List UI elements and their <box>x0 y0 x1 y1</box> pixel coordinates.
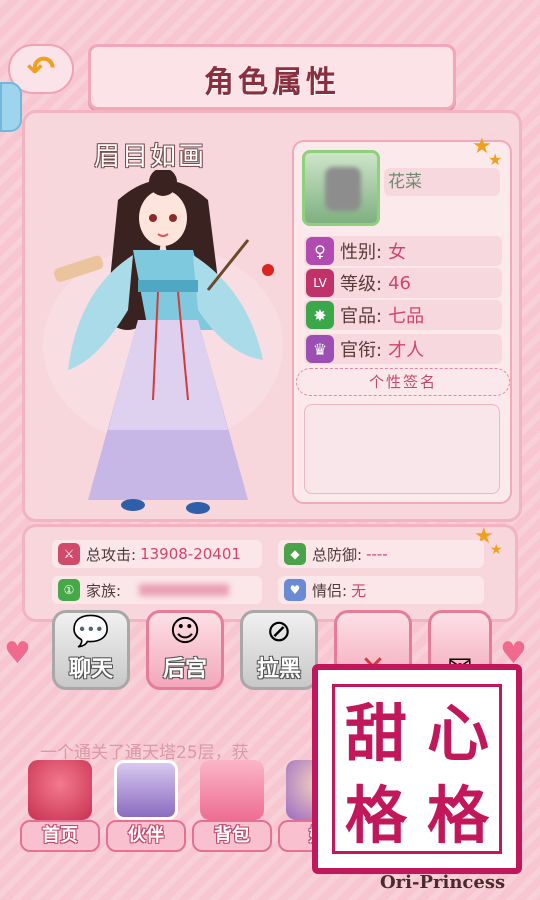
stats-panel <box>22 524 518 622</box>
page-title: 角色属性 <box>204 65 340 100</box>
attack-row: ⚔ 总攻击: 13908-20401 <box>52 540 262 568</box>
block-button[interactable]: ⊘ 拉黑 <box>240 610 318 690</box>
defense-row: ◆ 总防御: ---- <box>278 540 484 568</box>
back-arrow-icon: ↶ <box>26 49 56 89</box>
family-row: ① 家族: <box>52 576 262 604</box>
defense-value: ---- <box>366 545 388 563</box>
avatar[interactable] <box>302 150 380 226</box>
family-label: 家族: <box>86 581 122 600</box>
star-icon: ★ <box>488 150 503 169</box>
character-name: 眉目如画 <box>94 142 207 172</box>
defense-label: 总防御: <box>312 545 363 564</box>
logo-char: 心 <box>426 697 489 770</box>
logo-char: 甜 <box>344 697 407 770</box>
attack-label: 总攻击: <box>86 545 137 564</box>
mushroom-house-icon <box>28 760 92 820</box>
chat-button[interactable]: 💬 聊天 <box>52 610 130 690</box>
sweet-princess-logo: 甜 心 格 格 <box>312 664 522 874</box>
sword-icon: ⚔ <box>58 543 80 565</box>
heart-bag-icon <box>200 760 264 820</box>
block-icon: ⊘ <box>266 614 292 649</box>
family-icon: ① <box>58 579 80 601</box>
nav-home[interactable]: 首页 <box>20 760 100 870</box>
signature-box[interactable] <box>304 404 500 494</box>
nickname: 花菜 <box>384 168 500 196</box>
shield-icon: ◆ <box>284 543 306 565</box>
level-icon: LV <box>306 269 334 297</box>
partner-label: 情侣: <box>312 581 348 600</box>
rank-label: 官品: <box>340 306 383 327</box>
title-label: 官衔: <box>340 340 383 361</box>
couple-icon: ♥ <box>284 579 306 601</box>
level-value: 46 <box>388 272 411 294</box>
girl-avatar-icon: ☺ <box>169 614 201 649</box>
logo-subtitle: Ori-Princess <box>380 872 506 893</box>
nav-bag[interactable]: 背包 <box>192 760 272 870</box>
star-icon: ★ <box>490 542 503 558</box>
harem-button[interactable]: ☺ 后宫 <box>146 610 224 690</box>
rank-row: ✸ 官品: 七品 <box>304 300 502 330</box>
partner-value: 无 <box>351 581 367 600</box>
partner-cards-icon <box>114 760 178 820</box>
crown-icon: ♛ <box>306 335 334 363</box>
character-portrait <box>43 170 283 514</box>
rank-icon: ✸ <box>306 301 334 329</box>
nav-partners[interactable]: 伙伴 <box>106 760 186 870</box>
avatar-face-icon <box>325 167 361 211</box>
rank-value: 七品 <box>388 306 425 327</box>
side-tab-icon[interactable] <box>0 82 22 132</box>
signature-header: 个性签名 <box>296 368 510 396</box>
gender-icon: ♀ <box>306 237 334 265</box>
title-banner: 角色属性 <box>88 44 456 110</box>
chat-bubble-icon: 💬 <box>72 614 110 649</box>
gender-value: 女 <box>388 242 407 263</box>
level-label: 等级: <box>340 274 383 295</box>
family-value-blur <box>139 584 230 596</box>
partner-row: ♥ 情侣: 无 <box>278 576 484 604</box>
level-row: LV 等级: 46 <box>304 268 502 298</box>
gender-label: 性别: <box>340 242 383 263</box>
title-row: ♛ 官衔: 才人 <box>304 334 502 364</box>
gender-row: ♀ 性别: 女 <box>304 236 502 266</box>
logo-char: 格 <box>344 779 407 852</box>
logo-char: 格 <box>426 779 489 852</box>
attack-value: 13908-20401 <box>140 545 241 563</box>
title-value: 才人 <box>388 340 425 361</box>
